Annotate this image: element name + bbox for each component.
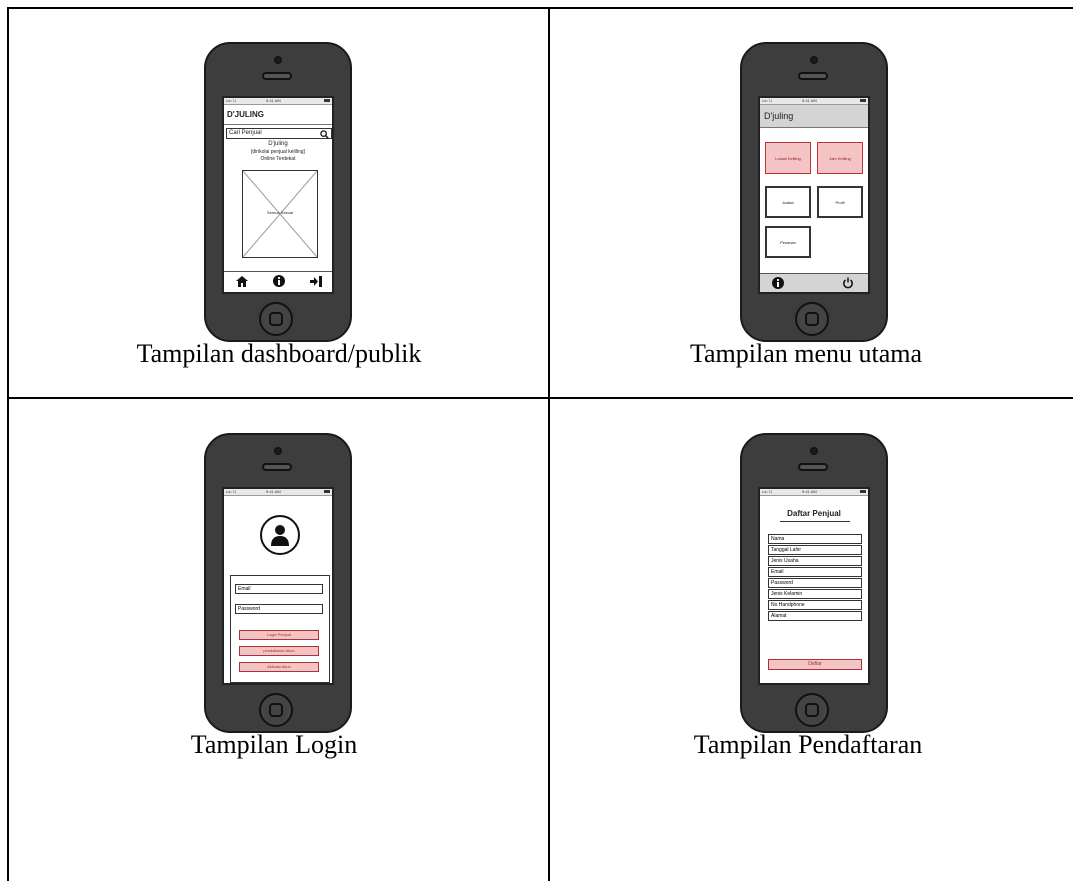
bottom-nav (224, 271, 332, 292)
heading-line-1: D'juling (268, 141, 288, 147)
status-bar: •••• ☐ 9:41 AM (224, 98, 332, 105)
screen-pendaftaran: •••• ☐ 9:41 AM Daftar Penjual Nama Tanggal… (758, 487, 870, 685)
caption-menu: Tampilan menu utama (689, 339, 923, 368)
speaker-grille (798, 72, 828, 80)
caption-login: Tampilan Login (190, 730, 358, 759)
screen-menu: •••• ☐ 9:41 AM D'juling Lokasi Keliling J… (758, 96, 870, 294)
form-field[interactable]: Jenis Kelamin (768, 589, 862, 599)
status-bar: •••• ☐ 9:41 AM (760, 489, 868, 496)
home-button (795, 302, 829, 336)
search-input[interactable]: Cari Penjual (229, 130, 262, 136)
phone-pendaftaran: •••• ☐ 9:41 AM Daftar Penjual Nama Tanggal… (740, 433, 888, 733)
form-field[interactable]: Alamat (768, 611, 862, 621)
tile-lokasi[interactable]: Lokasi Keliling (765, 142, 811, 174)
caption-pendaftaran: Tampilan Pendaftaran (693, 730, 923, 759)
camera-dot (274, 447, 282, 455)
login-panel: Email Password Login Penjual pendaftaran… (230, 575, 330, 683)
camera-dot (274, 56, 282, 64)
cell-login: •••• ☐ 9:41 AM Email Password Login Penju… (9, 400, 549, 881)
app-title: D'juling (764, 111, 794, 121)
screen-dashboard: •••• ☐ 9:41 AM D'JULING Cari Penjual D'ju… (222, 96, 334, 294)
form-field[interactable]: Tanggal Lahir (768, 545, 862, 555)
search-bar[interactable]: Cari Penjual (226, 128, 332, 139)
app-title: D'JULING (227, 110, 265, 119)
email-field[interactable]: Email (235, 584, 323, 594)
tile-profil[interactable]: Profil (817, 186, 863, 218)
avatar (260, 515, 300, 555)
home-button (259, 693, 293, 727)
app-footer (760, 273, 868, 292)
info-icon[interactable] (273, 275, 285, 287)
form-field[interactable]: Email (768, 567, 862, 577)
phone-dashboard: •••• ☐ 9:41 AM D'JULING Cari Penjual D'ju… (204, 42, 352, 342)
cell-pendaftaran: •••• ☐ 9:41 AM Daftar Penjual Nama Tanggal… (550, 400, 1073, 881)
form-field[interactable]: No Handphone (768, 600, 862, 610)
pendaftaran-akun-button[interactable]: pendaftaran Akun (239, 646, 319, 656)
heading-line-3: Online Terdekat (260, 156, 296, 162)
form-field[interactable]: Nama (768, 534, 862, 544)
daftar-button[interactable]: Daftar (768, 659, 862, 670)
home-icon[interactable] (236, 276, 248, 287)
header-divider (224, 124, 332, 125)
status-bar: •••• ☐ 9:41 AM (224, 489, 332, 496)
tile-jualan[interactable]: Jualan (765, 186, 811, 218)
cell-menu: •••• ☐ 9:41 AM D'juling Lokasi Keliling J… (550, 9, 1073, 399)
speaker-grille (798, 463, 828, 471)
home-button (795, 693, 829, 727)
speaker-grille (262, 72, 292, 80)
screen-login: •••• ☐ 9:41 AM Email Password Login Penju… (222, 487, 334, 685)
phone-menu: •••• ☐ 9:41 AM D'juling Lokasi Keliling J… (740, 42, 888, 342)
password-field[interactable]: Password (235, 604, 323, 614)
camera-dot (810, 447, 818, 455)
user-icon (271, 525, 289, 546)
power-icon[interactable] (842, 277, 854, 289)
form-field[interactable]: Jenis Usaha (768, 556, 862, 566)
search-icon[interactable] (320, 130, 329, 139)
info-icon[interactable] (772, 277, 784, 289)
home-button (259, 302, 293, 336)
aktivasi-akun-button[interactable]: Aktivasi Akun (239, 662, 319, 672)
phone-login: •••• ☐ 9:41 AM Email Password Login Penju… (204, 433, 352, 733)
tile-jam[interactable]: Jam Keliling (817, 142, 863, 174)
status-bar: •••• ☐ 9:41 AM (760, 98, 868, 105)
tile-pesanan[interactable]: Pesanan (765, 226, 811, 258)
login-penjual-button[interactable]: Login Penjual (239, 630, 319, 640)
heading-line-2: [dirikolai penjual keliling] (251, 149, 305, 155)
title-underline (780, 521, 850, 522)
app-header: D'juling (760, 105, 868, 128)
page-title: Daftar Penjual (787, 509, 841, 518)
speaker-grille (262, 463, 292, 471)
camera-dot (810, 56, 818, 64)
image-label: Semua Sesuai (266, 210, 293, 215)
form-field[interactable]: Password (768, 578, 862, 588)
caption-dashboard: Tampilan dashboard/publik (136, 339, 422, 368)
cell-dashboard: •••• ☐ 9:41 AM D'JULING Cari Penjual D'ju… (9, 9, 549, 399)
login-icon[interactable] (310, 276, 322, 287)
image-placeholder: Semua Sesuai (242, 170, 318, 258)
